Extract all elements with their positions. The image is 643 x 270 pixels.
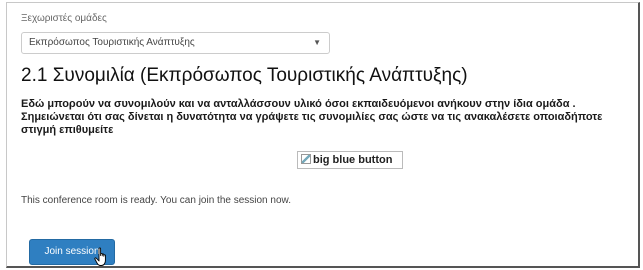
description: Εδώ μπορούν να συνομιλούν και να ανταλλά… [21,98,638,137]
caret-down-icon: ▼ [313,38,321,47]
broken-image-icon [301,154,311,164]
page-frame: Ξεχωριστές ομάδες Εκπρόσωπος Τουριστικής… [6,2,640,268]
conference-status: This conference room is ready. You can j… [21,195,291,206]
groups-select-value: Εκπρόσωπος Τουριστικής Ανάπτυξης [29,37,195,48]
description-line-1: Εδώ μπορούν να συνομιλούν και να ανταλλά… [21,98,576,110]
hand-pointer-icon [94,247,106,266]
image-alt-text: big blue button [313,154,393,166]
description-line-2: Σημειώνεται ότι σας δίνεται η δυνατότητα… [21,111,603,123]
groups-label: Ξεχωριστές ομάδες [21,13,107,24]
big-blue-button-image: big blue button [297,151,403,169]
description-line-3: στιγμή επιθυμείτε [21,124,114,136]
page-title: 2.1 Συνομιλία (Εκπρόσωπος Τουριστικής Αν… [21,65,468,86]
groups-select[interactable]: Εκπρόσωπος Τουριστικής Ανάπτυξης ▼ [21,32,330,54]
